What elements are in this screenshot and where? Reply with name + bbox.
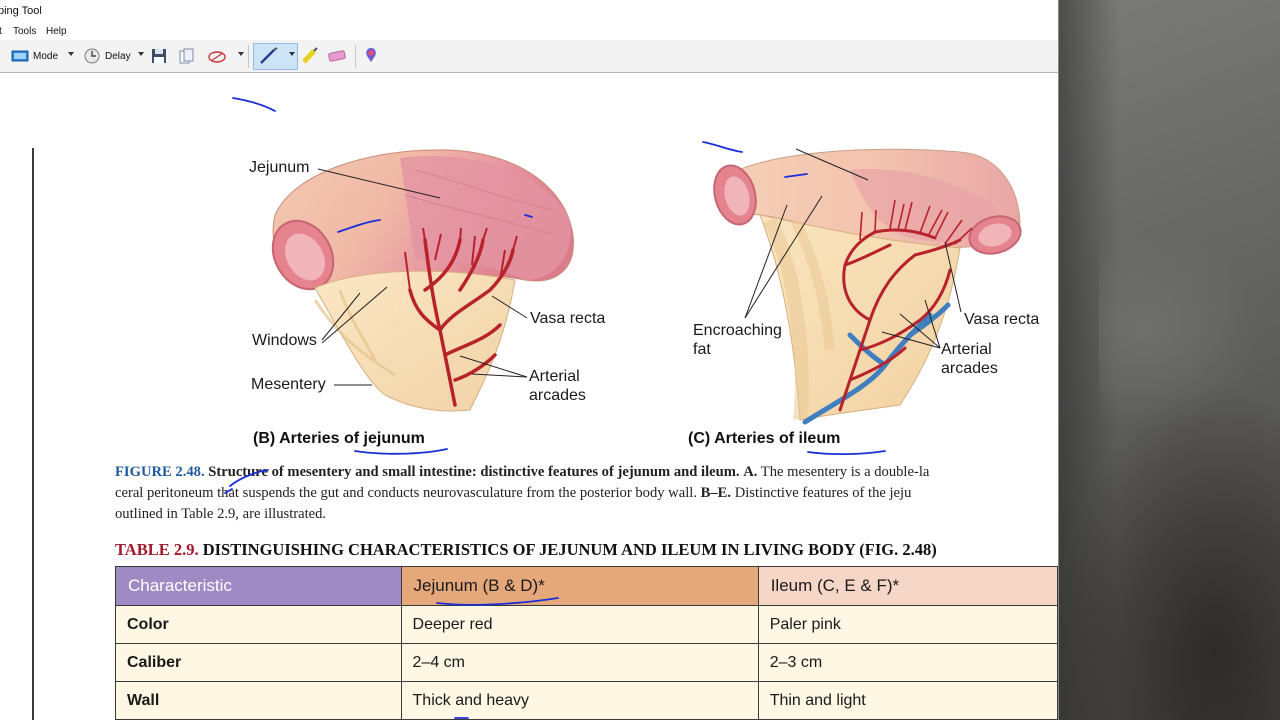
page-margin-line xyxy=(32,148,34,720)
table-row: Caliber 2–4 cm 2–3 cm xyxy=(115,643,1058,682)
ileum-cell: Paler pink xyxy=(757,605,1058,644)
highlighter-icon xyxy=(302,47,318,64)
mode-button[interactable]: Mode xyxy=(11,46,58,66)
ileum-cell: 2–3 cm xyxy=(757,643,1058,682)
jejunum-cell: Thick and heavy xyxy=(400,681,759,720)
copy-icon xyxy=(179,48,194,64)
label-arcades-b: arcades xyxy=(529,387,586,404)
snipping-tool-window: ping Tool t Tools Help Mode Delay xyxy=(0,0,1059,720)
label-arterial-b: Arterial xyxy=(529,368,580,385)
delay-dropdown-icon[interactable] xyxy=(138,52,144,56)
paint3d-icon xyxy=(366,48,376,62)
figure-caption-line2: ceral peritoneum that suspends the gut a… xyxy=(115,485,697,501)
clock-icon xyxy=(84,48,100,64)
jejunum-cell: 2–4 cm xyxy=(400,643,759,682)
highlighter-button[interactable] xyxy=(301,46,319,66)
delay-label: Delay xyxy=(105,50,131,62)
label-vasa-recta-c: Vasa recta xyxy=(964,311,1040,328)
menu-item-tools[interactable]: Tools xyxy=(13,26,36,37)
table-row: Color Deeper red Paler pink xyxy=(115,605,1058,644)
toolbar-divider xyxy=(248,45,249,68)
label-arcades-c: arcades xyxy=(941,360,998,377)
figure-title: Structure of mesentery and small intesti… xyxy=(208,464,740,480)
table-title: TABLE 2.9. DISTINGUISHING CHARACTERISTIC… xyxy=(115,540,937,560)
menu-item-edit[interactable]: t xyxy=(0,26,2,37)
send-dropdown-icon[interactable] xyxy=(238,52,244,56)
mode-icon xyxy=(11,50,29,62)
mode-dropdown-icon[interactable] xyxy=(68,52,74,56)
eraser-icon xyxy=(328,50,346,62)
label-jejunum: Jejunum xyxy=(249,159,310,176)
menu-bar: t Tools Help xyxy=(0,22,1058,40)
pen-button[interactable] xyxy=(259,46,279,66)
figure-b-caption: (B) Arteries of jejunum xyxy=(253,430,425,447)
edit-paint3d-button[interactable] xyxy=(363,46,379,66)
figure-be-label: B–E. xyxy=(700,485,732,501)
label-mesentery: Mesentery xyxy=(251,376,326,393)
toolbar: Mode Delay xyxy=(0,40,1058,73)
table-header-row: Characteristic Jejunum (B & D)* Ileum (C… xyxy=(115,566,1058,606)
label-fat: fat xyxy=(693,341,711,358)
characteristics-table: Characteristic Jejunum (B & D)* Ileum (C… xyxy=(115,566,1058,720)
delay-button[interactable]: Delay xyxy=(84,46,131,66)
label-vasa-recta-b: Vasa recta xyxy=(530,310,606,327)
label-encroaching: Encroaching xyxy=(693,322,782,339)
header-characteristic: Characteristic xyxy=(115,566,402,606)
table-heading: DISTINGUISHING CHARACTERISTICS OF JEJUNU… xyxy=(202,540,937,559)
pen-dropdown-icon[interactable] xyxy=(289,52,295,56)
figure-c-caption: (C) Arteries of ileum xyxy=(688,430,841,447)
menu-item-help[interactable]: Help xyxy=(46,26,67,37)
window-title: ping Tool xyxy=(0,5,42,17)
figure-caption-line1: The mesentery is a double-la xyxy=(760,464,930,480)
figure-caption-line3: outlined in Table 2.9, are illustrated. xyxy=(115,506,327,522)
save-icon xyxy=(152,49,166,63)
save-button[interactable] xyxy=(151,46,167,66)
ileum-cell: Thin and light xyxy=(757,681,1058,720)
ileum-illustration xyxy=(713,148,1022,425)
title-bar: ping Tool xyxy=(0,0,1058,22)
pen-icon xyxy=(260,47,278,64)
row-label: Caliber xyxy=(115,643,402,682)
toolbar-divider xyxy=(355,45,356,68)
figure-a-label: A. xyxy=(743,464,758,480)
header-ileum: Ileum (C, E & F)* xyxy=(757,566,1058,606)
mode-label: Mode xyxy=(33,50,59,62)
row-label: Color xyxy=(115,605,402,644)
send-email-icon xyxy=(208,51,226,63)
figure-caption-line2-rest: Distinctive features of the jeju xyxy=(734,485,912,501)
send-button[interactable] xyxy=(207,46,227,66)
table-number: TABLE 2.9. xyxy=(115,540,199,559)
table-row: Wall Thick and heavy Thin and light xyxy=(115,681,1058,720)
label-windows: Windows xyxy=(252,332,317,349)
row-label: Wall xyxy=(115,681,402,720)
jejunum-cell: Deeper red xyxy=(400,605,759,644)
label-arterial-c: Arterial xyxy=(941,341,992,358)
header-jejunum: Jejunum (B & D)* xyxy=(400,566,759,606)
figure-number: FIGURE 2.48. xyxy=(115,464,205,480)
desktop-background xyxy=(1059,0,1280,720)
eraser-button[interactable] xyxy=(327,46,347,66)
copy-button[interactable] xyxy=(179,46,195,66)
